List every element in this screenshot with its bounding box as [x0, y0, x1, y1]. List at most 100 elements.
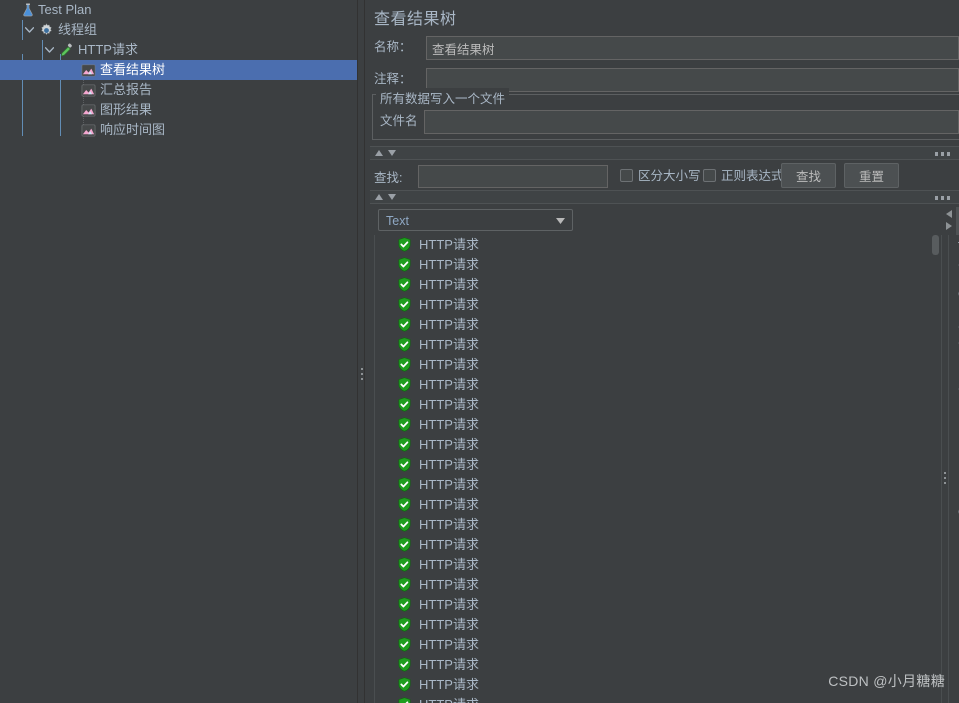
tab-scroll-left-icon[interactable] [946, 210, 952, 218]
result-row[interactable]: HTTP请求 [375, 495, 940, 515]
main-splitter[interactable] [357, 0, 365, 703]
search-input[interactable] [418, 165, 608, 188]
result-row[interactable]: HTTP请求 [375, 435, 940, 455]
success-shield-icon [397, 537, 413, 553]
filename-label: 文件名 [380, 114, 418, 128]
listener-config-panel: 查看结果树 名称： 注释： 所有数据写入一个文件 文件名 查找: 区分大小写 正… [366, 0, 959, 703]
jmeter-window: Test Plan 线程组 HTTP请求 查看结果树 汇总报告 图形结果 响应时间图 查看结… [0, 0, 959, 703]
result-row-label: HTTP请求 [419, 317, 479, 332]
result-row-label: HTTP请求 [419, 497, 479, 512]
result-row[interactable]: HTTP请求 [375, 375, 940, 395]
success-shield-icon [397, 677, 413, 693]
result-row[interactable]: HTTP请求 [375, 415, 940, 435]
result-row-label: HTTP请求 [419, 657, 479, 672]
result-row-label: HTTP请求 [419, 257, 479, 272]
search-section-strip[interactable] [370, 146, 959, 160]
scrollbar-thumb[interactable] [932, 235, 939, 255]
result-row-label: HTTP请求 [419, 557, 479, 572]
result-row[interactable]: HTTP请求 [375, 575, 940, 595]
render-type-value: Text [386, 214, 409, 228]
result-row-label: HTTP请求 [419, 277, 479, 292]
success-shield-icon [397, 597, 413, 613]
result-row[interactable]: HTTP请求 [375, 515, 940, 535]
result-row[interactable]: HTTP请求 [375, 595, 940, 615]
result-row-label: HTTP请求 [419, 517, 479, 532]
success-shield-icon [397, 657, 413, 673]
result-row-label: HTTP请求 [419, 457, 479, 472]
success-shield-icon [397, 237, 413, 253]
result-row-label: HTTP请求 [419, 597, 479, 612]
strip-overflow-dots-2[interactable] [935, 196, 951, 200]
results-detail-splitter[interactable] [941, 235, 949, 703]
results-detail-splitter-grip[interactable] [944, 472, 946, 486]
result-row[interactable]: HTTP请求 [375, 315, 940, 335]
test-plan-tree[interactable]: Test Plan 线程组 HTTP请求 查看结果树 汇总报告图形结果响应时间图 [0, 0, 357, 703]
result-row[interactable]: HTTP请求 [375, 235, 940, 255]
strip-arrows-2[interactable] [375, 194, 396, 200]
chevron-down-icon[interactable] [42, 40, 56, 60]
listener-icon [80, 82, 96, 98]
tab-scroll-right-icon[interactable] [946, 222, 952, 230]
result-row[interactable]: HTTP请求 [375, 635, 940, 655]
result-row-label: HTTP请求 [419, 337, 479, 352]
tree-item-6[interactable]: 响应时间图 [0, 120, 357, 140]
result-row[interactable]: HTTP请求 [375, 275, 940, 295]
case-sensitive-checkbox[interactable] [620, 169, 633, 182]
result-row-label: HTTP请求 [419, 577, 479, 592]
search-label: 查找: [374, 171, 403, 185]
tree-item-5[interactable]: 图形结果 [0, 100, 357, 120]
tree-item-4[interactable]: 汇总报告 [0, 80, 357, 100]
results-scrollbar[interactable] [931, 235, 940, 703]
tree-item-2[interactable]: HTTP请求 [0, 40, 357, 60]
name-input[interactable] [426, 36, 959, 60]
result-row-label: HTTP请求 [419, 695, 479, 703]
result-row-label: HTTP请求 [419, 537, 479, 552]
result-row[interactable]: HTTP请求 [375, 475, 940, 495]
splitter-grip[interactable] [361, 368, 363, 382]
result-rows: HTTP请求 HTTP请求 HTTP请求 HTTP请求 HTTP请求 HTTP请求 HTTP… [375, 235, 940, 703]
result-row[interactable]: HTTP请求 [375, 695, 940, 703]
filename-input[interactable] [424, 110, 959, 134]
result-row[interactable]: HTTP请求 [375, 455, 940, 475]
result-row[interactable]: HTTP请求 [375, 615, 940, 635]
results-section-strip[interactable] [370, 190, 959, 204]
result-row[interactable]: HTTP请求 [375, 395, 940, 415]
listener-icon [80, 102, 96, 118]
gear-icon [38, 22, 54, 38]
render-type-select[interactable]: Text [378, 209, 573, 231]
tree-item-label: 图形结果 [100, 102, 153, 117]
tree-item-3[interactable]: 查看结果树 [0, 60, 357, 80]
collapse-up-icon [375, 194, 383, 200]
success-shield-icon [397, 497, 413, 513]
reset-button[interactable]: 重置 [844, 163, 899, 188]
success-shield-icon [397, 317, 413, 333]
tree-item-0[interactable]: Test Plan [0, 0, 357, 20]
result-row[interactable]: HTTP请求 [375, 295, 940, 315]
result-row[interactable]: HTTP请求 [375, 555, 940, 575]
tree-item-1[interactable]: 线程组 [0, 20, 357, 40]
chevron-down-icon[interactable] [22, 20, 36, 40]
result-row[interactable]: HTTP请求 [375, 335, 940, 355]
comment-label: 注释： [374, 72, 412, 86]
success-shield-icon [397, 457, 413, 473]
success-shield-icon [397, 617, 413, 633]
result-row-label: HTTP请求 [419, 677, 479, 692]
success-shield-icon [397, 557, 413, 573]
success-shield-icon [397, 637, 413, 653]
result-row-label: HTTP请求 [419, 377, 479, 392]
sampler-result-detail[interactable]: Thread Name:线程组 1-4Sample Start:2023-08-… [950, 235, 959, 703]
write-all-data-group-title: 所有数据写入一个文件 [376, 88, 510, 107]
result-row[interactable]: HTTP请求 [375, 255, 940, 275]
result-row[interactable]: HTTP请求 [375, 535, 940, 555]
find-button[interactable]: 查找 [781, 163, 836, 188]
tree-rows: Test Plan 线程组 HTTP请求 查看结果树 汇总报告图形结果响应时间图 [0, 0, 357, 140]
regex-checkbox[interactable] [703, 169, 716, 182]
collapse-down-icon [388, 150, 396, 156]
success-shield-icon [397, 357, 413, 373]
result-row[interactable]: HTTP请求 [375, 355, 940, 375]
strip-arrows-1[interactable] [375, 150, 396, 156]
result-row-label: HTTP请求 [419, 237, 479, 252]
results-list[interactable]: HTTP请求 HTTP请求 HTTP请求 HTTP请求 HTTP请求 HTTP请求 HTTP… [374, 235, 940, 703]
case-sensitive-label: 区分大小写 [638, 169, 701, 183]
strip-overflow-dots-1[interactable] [935, 152, 951, 156]
